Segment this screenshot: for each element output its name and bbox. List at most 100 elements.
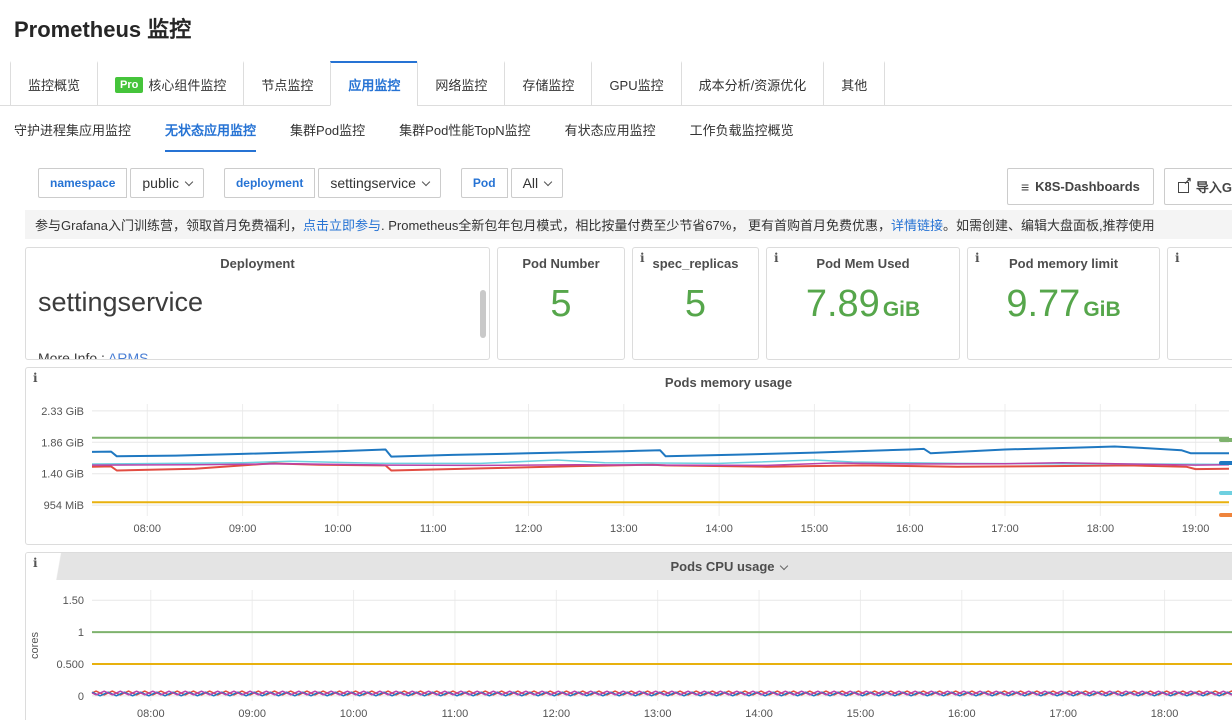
svg-text:1.50: 1.50 xyxy=(63,595,84,607)
svg-text:12:00: 12:00 xyxy=(515,523,543,535)
tab-label: 核心组件监控 xyxy=(148,75,226,94)
svg-text:16:00: 16:00 xyxy=(896,523,924,535)
info-icon[interactable]: i xyxy=(640,251,645,265)
tab-存储监控[interactable]: 存储监控 xyxy=(504,61,592,106)
filter-row: namespacepublic deploymentsettingservice P… xyxy=(38,168,1232,198)
stat-unit: GiB xyxy=(1083,298,1120,321)
stat-title[interactable]: Pod Mem Used xyxy=(767,256,959,271)
svg-text:cores: cores xyxy=(29,632,41,659)
stat-title[interactable]: Deployment xyxy=(26,256,489,271)
stat-value: 9.77GiB xyxy=(968,283,1159,326)
tab-label: GPU监控 xyxy=(609,75,663,94)
tab-监控概览[interactable]: 监控概览 xyxy=(10,61,98,106)
svg-text:11:00: 11:00 xyxy=(420,523,447,535)
promo-banner: 参与Grafana入门训练营，领取首月免费福利，点击立即参与. Promethe… xyxy=(25,210,1232,239)
banner-link[interactable]: 详情链接 xyxy=(891,218,943,233)
svg-text:14:00: 14:00 xyxy=(745,708,773,720)
pro-badge: Pro xyxy=(115,77,143,93)
tab-成本分析/资源优化[interactable]: 成本分析/资源优化 xyxy=(681,61,825,106)
filter-select-deployment[interactable]: settingservice xyxy=(318,168,441,198)
svg-text:15:00: 15:00 xyxy=(847,708,875,720)
filter-label-namespace: namespace xyxy=(38,168,127,198)
tab-其他[interactable]: 其他 xyxy=(823,61,885,106)
stat-panel-Pod Number: Pod Number 5 xyxy=(497,247,625,360)
svg-text:08:00: 08:00 xyxy=(137,708,165,720)
legend-swatch-0[interactable] xyxy=(1219,438,1232,442)
info-icon[interactable]: i xyxy=(774,251,779,265)
page-title: Prometheus 监控 xyxy=(14,12,1232,44)
chevron-down-icon xyxy=(779,562,787,570)
stat-number: 5 xyxy=(550,283,571,325)
stat-number: 5 xyxy=(685,283,706,325)
tab-label: 节点监控 xyxy=(261,75,313,94)
subtab-集群Pod性能TopN监控[interactable]: 集群Pod性能TopN监控 xyxy=(399,120,530,152)
info-icon[interactable]: i xyxy=(33,556,38,570)
svg-text:08:00: 08:00 xyxy=(134,523,162,535)
primary-tab-bar: 监控概览 Pro 核心组件监控 节点监控应用监控网络监控存储监控 GPU监控 成本分析/资… xyxy=(0,60,1232,106)
stat-title[interactable]: Pod Number xyxy=(498,256,624,271)
cpu-panel-header: Pods CPU usage xyxy=(26,553,1232,580)
tab-应用监控[interactable]: 应用监控 xyxy=(330,61,418,106)
svg-text:2.33 GiB: 2.33 GiB xyxy=(41,406,84,418)
more-info: More Info : ARMS xyxy=(38,350,149,360)
subtab-工作负载监控概览[interactable]: 工作负载监控概览 xyxy=(690,120,794,152)
cpu-chart-title-text: Pods CPU usage xyxy=(670,559,774,574)
legend-swatch-1[interactable] xyxy=(1219,461,1232,465)
svg-text:09:00: 09:00 xyxy=(238,708,266,720)
k8s-dashboards-button[interactable]: ≡ K8S-Dashboards xyxy=(1007,168,1154,205)
tab-GPU监控[interactable]: GPU监控 xyxy=(591,61,681,106)
legend-swatch-3[interactable] xyxy=(1219,513,1232,517)
arms-link[interactable]: ARMS xyxy=(108,350,148,360)
svg-text:1.40 GiB: 1.40 GiB xyxy=(41,469,84,481)
filter-select-namespace[interactable]: public xyxy=(130,168,204,198)
stat-value: 7.89GiB xyxy=(767,283,959,326)
memory-usage-panel: i Pods memory usage 954 MiB1.40 GiB1.86 … xyxy=(25,367,1232,545)
info-icon[interactable]: i xyxy=(1175,251,1180,265)
svg-text:954 MiB: 954 MiB xyxy=(44,500,84,512)
cpu-chart-title[interactable]: Pods CPU usage xyxy=(26,559,1232,574)
tab-label: 成本分析/资源优化 xyxy=(699,75,807,94)
filter-group-deployment: deploymentsettingservice xyxy=(224,168,441,198)
tab-label: 网络监控 xyxy=(435,75,487,94)
legend-swatch-2[interactable] xyxy=(1219,491,1232,495)
svg-text:17:00: 17:00 xyxy=(991,523,1019,535)
svg-text:12:00: 12:00 xyxy=(543,708,571,720)
info-icon[interactable]: i xyxy=(975,251,980,265)
external-link-icon xyxy=(1178,181,1190,193)
svg-text:0.500: 0.500 xyxy=(56,659,84,671)
memory-usage-chart: 954 MiB1.40 GiB1.86 GiB2.33 GiB08:0009:0… xyxy=(26,368,1232,545)
svg-text:16:00: 16:00 xyxy=(948,708,976,720)
svg-text:18:00: 18:00 xyxy=(1151,708,1179,720)
tab-label: 其他 xyxy=(841,75,867,94)
subtab-有状态应用监控[interactable]: 有状态应用监控 xyxy=(565,120,656,152)
svg-text:15:00: 15:00 xyxy=(801,523,829,535)
more-info-label: More Info : xyxy=(38,350,108,360)
svg-text:09:00: 09:00 xyxy=(229,523,257,535)
toolbar: ≡ K8S-Dashboards 导入G xyxy=(1007,168,1232,205)
subtab-无状态应用监控[interactable]: 无状态应用监控 xyxy=(165,120,256,152)
svg-text:13:00: 13:00 xyxy=(644,708,672,720)
svg-text:10:00: 10:00 xyxy=(324,523,352,535)
import-button[interactable]: 导入G xyxy=(1164,168,1232,205)
stat-title[interactable]: Pod memory limit xyxy=(968,256,1159,271)
filter-group-Pod: PodAll xyxy=(461,168,563,198)
filter-value: All xyxy=(523,175,539,191)
subtab-守护进程集应用监控[interactable]: 守护进程集应用监控 xyxy=(14,120,131,152)
filter-label-deployment: deployment xyxy=(224,168,315,198)
stat-value: settingservice xyxy=(38,287,489,318)
filter-select-Pod[interactable]: All xyxy=(511,168,564,198)
stat-title[interactable]: spec_replicas xyxy=(633,256,758,271)
chevron-down-icon xyxy=(422,177,430,185)
panel-scrollbar[interactable] xyxy=(480,290,486,338)
subtab-集群Pod监控[interactable]: 集群Pod监控 xyxy=(290,120,365,152)
stat-panel-Deployment: Deployment settingservice More Info : ARMS xyxy=(25,247,490,360)
banner-link[interactable]: 点击立即参与 xyxy=(303,218,381,233)
tab-label: 监控概览 xyxy=(28,75,80,94)
tab-网络监控[interactable]: 网络监控 xyxy=(417,61,505,106)
tab-节点监控[interactable]: 节点监控 xyxy=(243,61,331,106)
svg-text:1: 1 xyxy=(78,627,84,639)
menu-icon: ≡ xyxy=(1021,182,1029,192)
import-label: 导入G xyxy=(1196,177,1232,196)
chevron-down-icon xyxy=(544,177,552,185)
tab-核心组件监控[interactable]: Pro 核心组件监控 xyxy=(97,61,244,106)
